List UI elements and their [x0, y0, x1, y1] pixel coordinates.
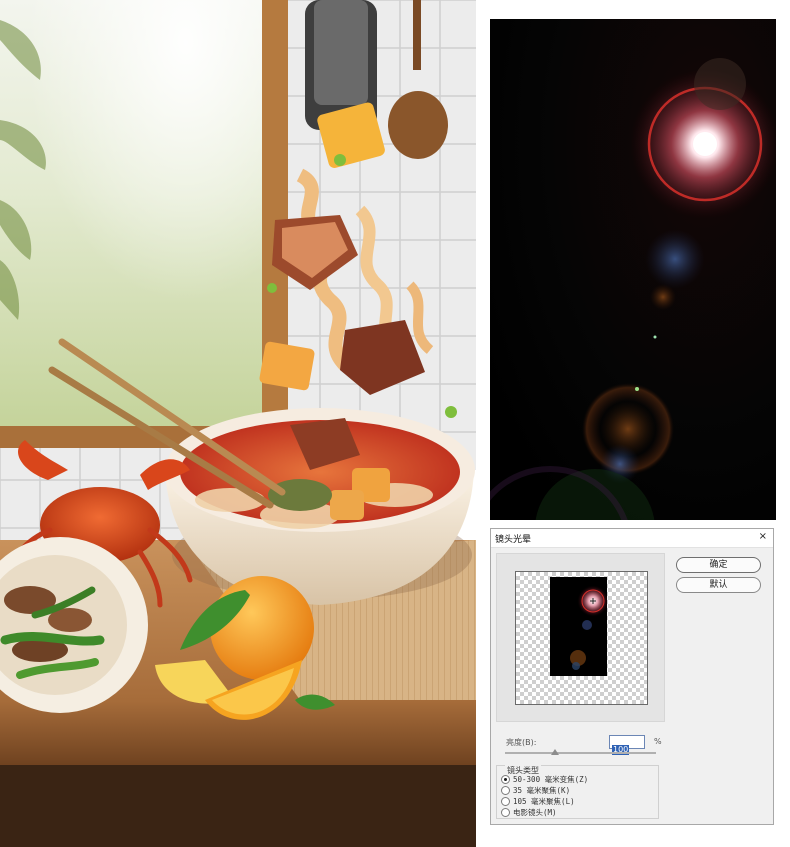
radio-button[interactable]	[501, 807, 510, 817]
preview-thumbnail[interactable]	[550, 577, 607, 676]
lens-option-label: 35 毫米聚焦(K)	[513, 785, 571, 795]
flare-preview-panel	[496, 553, 665, 722]
lens-flare-dialog: 镜头光晕 × 确定 默认 亮度(B): 100 % 镜头类型 50-300 毫米…	[490, 528, 774, 825]
dialog-title: 镜头光晕	[495, 535, 532, 545]
brightness-input[interactable]: 100	[609, 735, 645, 755]
lens-option-zoom[interactable]: 50-300 毫米变焦(Z)	[501, 774, 588, 784]
close-icon[interactable]: ×	[759, 531, 767, 543]
lens-type-group: 镜头类型 50-300 毫米变焦(Z) 35 毫米聚焦(K) 105 毫米聚焦(…	[496, 765, 659, 819]
brightness-slider-thumb[interactable]	[550, 749, 559, 755]
lens-option-105mm[interactable]: 105 毫米聚焦(L)	[501, 796, 575, 806]
preview-canvas[interactable]	[515, 571, 648, 705]
default-button[interactable]: 默认	[676, 577, 761, 593]
dialog-titlebar[interactable]: 镜头光晕 ×	[491, 529, 773, 548]
lens-option-movie[interactable]: 电影镜头(M)	[501, 807, 557, 817]
radio-button[interactable]	[501, 774, 510, 784]
lens-option-label: 50-300 毫米变焦(Z)	[513, 774, 589, 784]
radio-button[interactable]	[501, 785, 510, 795]
radio-button[interactable]	[501, 796, 510, 806]
lens-option-label: 电影镜头(M)	[513, 807, 557, 817]
lens-option-35mm[interactable]: 35 毫米聚焦(K)	[501, 785, 570, 795]
ok-button[interactable]: 确定	[676, 557, 761, 573]
lens-flare-preview[interactable]	[490, 19, 776, 520]
food-illustration	[0, 0, 476, 847]
brightness-unit: %	[654, 737, 662, 746]
brightness-slider-track[interactable]	[505, 752, 656, 754]
brightness-label: 亮度(B):	[506, 738, 537, 747]
lens-option-label: 105 毫米聚焦(L)	[513, 796, 575, 806]
